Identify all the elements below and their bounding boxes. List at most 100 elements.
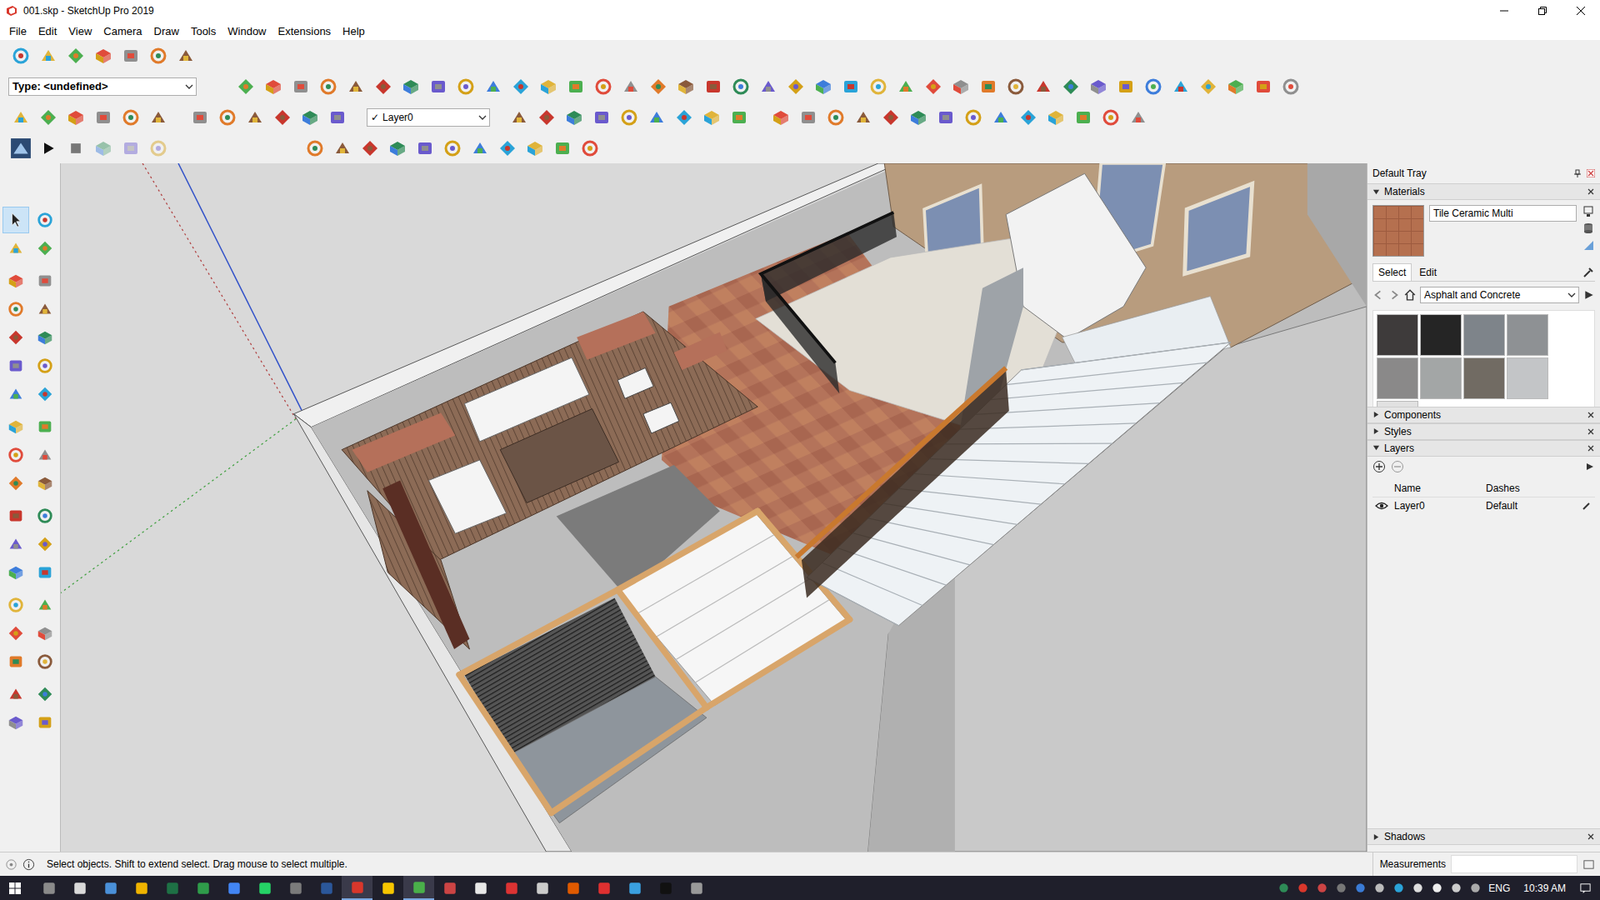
tool-icon[interactable]: [923, 76, 944, 97]
palette-tool[interactable]: [2, 324, 30, 351]
tool-icon[interactable]: [6, 239, 25, 258]
tool-icon[interactable]: [387, 138, 408, 159]
taskbar-app[interactable]: [218, 875, 250, 900]
tool-icon[interactable]: [1170, 76, 1191, 97]
taskbar-app[interactable]: [156, 875, 188, 900]
toolbar-button[interactable]: [865, 74, 891, 100]
toolbar-button[interactable]: [878, 105, 904, 130]
tool-icon[interactable]: [148, 45, 169, 66]
tool-icon[interactable]: [1253, 76, 1274, 97]
play-button[interactable]: [35, 135, 61, 161]
info-icon[interactable]: [22, 858, 35, 871]
windows-start-icon[interactable]: [8, 881, 22, 895]
notifications-icon[interactable]: [1579, 881, 1592, 895]
tool-icon[interactable]: [93, 138, 114, 159]
menu-item[interactable]: Extensions: [272, 23, 338, 40]
tool-icon[interactable]: [148, 107, 169, 128]
tool-icon[interactable]: [120, 138, 141, 159]
palette-tool[interactable]: [31, 441, 59, 469]
toolbar-button[interactable]: [330, 135, 355, 161]
system-tray-icon[interactable]: [1296, 881, 1310, 895]
toolbar-button[interactable]: [242, 105, 268, 130]
sample-paint-icon[interactable]: [1581, 238, 1595, 252]
tool-icon[interactable]: [840, 76, 861, 97]
toolbar-button[interactable]: [145, 43, 171, 69]
tool-icon[interactable]: [10, 45, 31, 66]
tool-icon[interactable]: [509, 107, 530, 128]
close-icon[interactable]: [1586, 832, 1595, 841]
palette-tool[interactable]: [2, 235, 30, 262]
toolbar-button[interactable]: [838, 74, 864, 100]
toolbar-button[interactable]: [726, 105, 752, 130]
tool-icon[interactable]: [35, 624, 55, 643]
details-arrow-icon[interactable]: [1585, 461, 1595, 472]
toolbar-button[interactable]: [960, 105, 986, 130]
tool-icon[interactable]: [1018, 107, 1039, 128]
toolbar-button[interactable]: [535, 74, 561, 100]
tool-icon[interactable]: [1280, 76, 1301, 97]
toolbar-button[interactable]: [63, 105, 89, 130]
toolbar-button[interactable]: [563, 74, 589, 100]
toolbar-button[interactable]: [905, 105, 931, 130]
tool-icon[interactable]: [35, 271, 55, 290]
tool-icon[interactable]: [442, 138, 463, 159]
palette-tool[interactable]: [2, 591, 30, 619]
palette-tool[interactable]: [2, 709, 30, 736]
back-arrow-icon[interactable]: [1372, 289, 1385, 301]
tool-icon[interactable]: [290, 76, 311, 97]
system-tray-icon[interactable]: [1315, 881, 1329, 895]
toolbar-button[interactable]: [522, 135, 548, 161]
tool-icon[interactable]: [813, 76, 834, 97]
tool-icon[interactable]: [93, 107, 114, 128]
tool-icon[interactable]: [853, 107, 874, 128]
close-icon[interactable]: [1586, 444, 1595, 453]
palette-tool[interactable]: [31, 267, 59, 295]
tool-icon[interactable]: [235, 76, 256, 97]
taskbar-app[interactable]: [495, 875, 527, 900]
toolbar-button[interactable]: [1015, 105, 1041, 130]
forward-arrow-icon[interactable]: [1388, 289, 1400, 301]
palette-tool[interactable]: [2, 620, 30, 647]
tool-icon[interactable]: [525, 138, 545, 159]
tool-icon[interactable]: [675, 76, 696, 97]
toolbar-button[interactable]: [589, 105, 615, 130]
toolbar-button[interactable]: [534, 105, 560, 130]
toolbar-button[interactable]: [1223, 74, 1249, 100]
palette-tool[interactable]: [31, 295, 59, 323]
tool-icon[interactable]: [564, 107, 585, 128]
minimize-button[interactable]: [1485, 0, 1524, 22]
tool-icon[interactable]: [35, 385, 55, 404]
tool-icon[interactable]: [470, 138, 490, 159]
tool-icon[interactable]: [1060, 76, 1081, 97]
tool-icon[interactable]: [620, 76, 641, 97]
toolbar-button[interactable]: [118, 105, 144, 130]
layer-select[interactable]: ✓Layer0: [366, 108, 490, 127]
system-tray-icon[interactable]: [1277, 881, 1290, 895]
taskbar-app[interactable]: [619, 875, 650, 900]
tool-icon[interactable]: [65, 107, 86, 128]
toolbar-button[interactable]: [35, 43, 61, 69]
toolbar-button[interactable]: [728, 74, 754, 100]
taskbar-app[interactable]: [187, 875, 219, 900]
taskbar-app[interactable]: [64, 875, 95, 900]
tool-icon[interactable]: [35, 445, 55, 465]
toolbar-button[interactable]: [1125, 105, 1151, 130]
lumion-button[interactable]: [8, 135, 34, 161]
taskbar-app[interactable]: [33, 875, 65, 900]
toolbar-button[interactable]: [357, 135, 383, 161]
tool-icon[interactable]: [730, 76, 751, 97]
palette-tool[interactable]: [2, 470, 30, 497]
tool-icon[interactable]: [950, 76, 971, 97]
toolbar-button[interactable]: [495, 135, 520, 161]
close-icon[interactable]: [1586, 187, 1595, 196]
eyedropper-icon[interactable]: [1581, 265, 1595, 280]
tool-icon[interactable]: [35, 356, 55, 375]
system-tray-icon[interactable]: [1354, 881, 1367, 895]
toolbar-button[interactable]: [561, 105, 587, 130]
close-icon[interactable]: [1586, 169, 1595, 178]
taskbar-app[interactable]: [249, 875, 280, 900]
tool-icon[interactable]: [35, 685, 55, 704]
system-tray-icon[interactable]: [1411, 881, 1425, 895]
palette-tool[interactable]: [31, 206, 59, 234]
palette-tool[interactable]: [2, 352, 30, 380]
